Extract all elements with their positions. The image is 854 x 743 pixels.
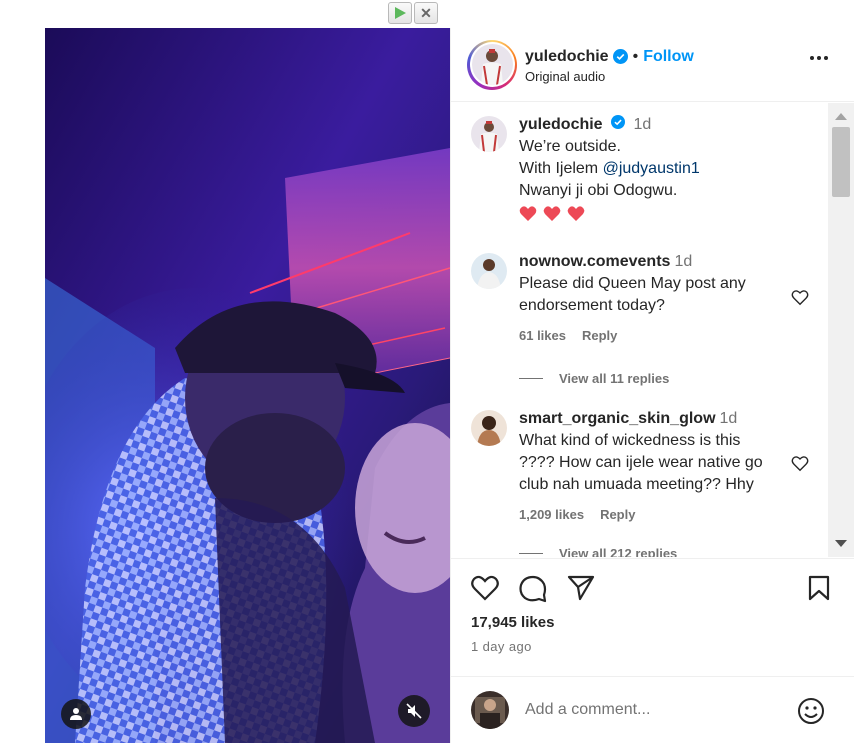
- header-separator: •: [632, 47, 639, 65]
- comment-text-line: Please did Queen May post any: [519, 275, 746, 292]
- comment-item: smart_organic_skin_glow 1d What kind of w…: [471, 410, 829, 526]
- avatar[interactable]: [471, 116, 507, 152]
- view-replies-label: View all 11 replies: [559, 371, 670, 386]
- comment-text-line: endorsement today?: [519, 297, 665, 314]
- audio-label[interactable]: Original audio: [525, 69, 694, 84]
- caption-emojis: [519, 205, 700, 230]
- reply-button[interactable]: Reply: [582, 325, 617, 347]
- likes-count[interactable]: 17,945 likes: [471, 614, 554, 631]
- media-mini-controls: ✕: [388, 2, 448, 24]
- comment-time[interactable]: 1d: [720, 410, 738, 427]
- paper-plane-icon[interactable]: [567, 575, 595, 601]
- mute-toggle-button[interactable]: [398, 695, 430, 727]
- caption-time[interactable]: 1d: [633, 116, 651, 133]
- user-tag-icon: [70, 708, 82, 720]
- post-details-panel: yuledochie • Follow Original audio yuled…: [450, 28, 854, 743]
- view-replies-button[interactable]: View all 212 replies: [519, 546, 677, 557]
- caption: yuledochie 1d We’re outside. With Ijelem…: [471, 115, 829, 230]
- comment-item: nownow.comevents 1d Please did Queen May …: [471, 253, 829, 347]
- replies-divider: [519, 553, 543, 554]
- verified-badge-icon: [611, 115, 626, 129]
- verified-badge-icon: [612, 49, 628, 64]
- avatar: [471, 44, 513, 85]
- comment-time[interactable]: 1d: [674, 253, 692, 270]
- comment-bubble-icon[interactable]: [519, 575, 547, 603]
- scroll-up-arrow-icon[interactable]: [835, 113, 847, 120]
- smiley-icon[interactable]: [797, 697, 825, 725]
- caption-line: We’re outside.: [519, 138, 621, 155]
- comment-text-line: club nah umuada meeting?? Hhy: [519, 476, 754, 493]
- comment-username[interactable]: nownow.comevents: [519, 253, 670, 270]
- heart-icon[interactable]: [471, 575, 499, 601]
- instagram-post-viewer: ✕ yuledochie • Follow Original audio yul…: [0, 0, 854, 743]
- comment-like-heart-icon[interactable]: [791, 455, 809, 472]
- comment-input[interactable]: [525, 701, 795, 719]
- scroll-down-arrow-icon[interactable]: [835, 540, 847, 547]
- more-dot: [810, 56, 814, 60]
- more-options-button[interactable]: [810, 56, 828, 60]
- reply-button[interactable]: Reply: [600, 504, 635, 526]
- replies-divider: [519, 378, 543, 379]
- caption-line: With Ijelem: [519, 160, 599, 177]
- mention-link[interactable]: @judyaustin1: [603, 160, 700, 177]
- post-author-username[interactable]: yuledochie: [525, 48, 609, 66]
- close-button[interactable]: ✕: [414, 2, 438, 24]
- comment-text-line: What kind of wickedness is this: [519, 432, 741, 449]
- speaker-muted-icon: [406, 703, 422, 719]
- post-video[interactable]: [45, 28, 450, 743]
- caption-username[interactable]: yuledochie: [519, 116, 603, 133]
- comment-likes-count[interactable]: 61 likes: [519, 325, 566, 347]
- comment-text-line: ???? How can ijele wear native go: [519, 454, 763, 471]
- comment-composer: [451, 676, 854, 743]
- video-frame: [45, 28, 450, 743]
- comment-username[interactable]: smart_organic_skin_glow: [519, 410, 716, 427]
- view-replies-button[interactable]: View all 11 replies: [519, 371, 669, 386]
- avatar[interactable]: [471, 253, 507, 289]
- close-icon: ✕: [420, 5, 432, 21]
- more-dot: [817, 56, 821, 60]
- comment-like-heart-icon[interactable]: [791, 289, 809, 306]
- comment-likes-count[interactable]: 1,209 likes: [519, 504, 584, 526]
- avatar[interactable]: [471, 410, 507, 446]
- view-replies-label: View all 212 replies: [559, 546, 678, 557]
- heart-emoji-icon: [519, 206, 585, 221]
- follow-button[interactable]: Follow: [643, 48, 694, 66]
- tagged-users-button[interactable]: [61, 699, 91, 729]
- post-actions-bar: [451, 558, 854, 615]
- post-date[interactable]: 1 day ago: [471, 639, 532, 654]
- play-icon: [394, 7, 406, 19]
- story-ring[interactable]: [467, 39, 517, 90]
- comments-list[interactable]: yuledochie 1d We’re outside. With Ijelem…: [451, 103, 829, 557]
- scrollbar-thumb[interactable]: [832, 127, 850, 197]
- caption-line: Nwanyi ji obi Odogwu.: [519, 182, 678, 199]
- comments-scrollbar[interactable]: [828, 103, 854, 557]
- more-dot: [824, 56, 828, 60]
- post-header: yuledochie • Follow Original audio: [451, 28, 854, 102]
- play-button[interactable]: [388, 2, 412, 24]
- current-user-avatar: [471, 691, 509, 729]
- bookmark-icon[interactable]: [807, 575, 831, 601]
